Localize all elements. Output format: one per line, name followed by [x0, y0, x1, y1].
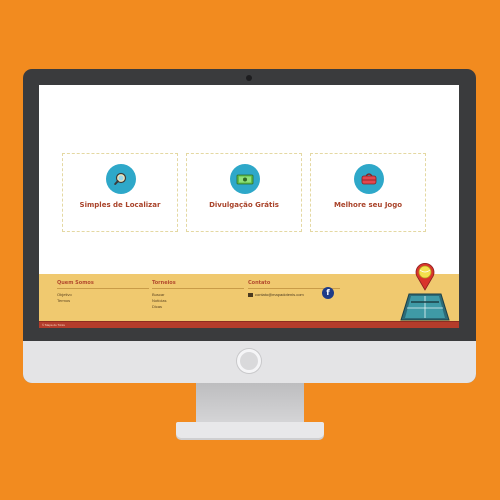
contact-email-text: contato@mapadotenis.com — [255, 292, 304, 297]
feature-card-melhore[interactable]: Melhore seu Jogo — [310, 153, 426, 232]
tennis-court-pin-icon — [400, 263, 450, 321]
feature-label: Divulgação Grátis — [209, 201, 279, 209]
footer-col-torneios: Torneios Buscar Notícias Dicas — [152, 280, 244, 310]
website-screen: Simples de Localizar Divulgação Grátis M… — [39, 85, 459, 328]
camera-icon — [246, 75, 252, 81]
monitor-stand-base — [176, 422, 324, 438]
footer-heading: Torneios — [152, 280, 244, 289]
mail-icon — [248, 292, 253, 297]
footer-heading: Quem Somos — [57, 280, 149, 289]
feature-label: Melhore seu Jogo — [333, 201, 403, 209]
power-button[interactable] — [237, 349, 261, 373]
feature-card-divulgacao[interactable]: Divulgação Grátis — [186, 153, 302, 232]
footer-link-dicas[interactable]: Dicas — [152, 304, 244, 310]
feature-label: Simples de Localizar — [79, 201, 161, 209]
magnifier-icon — [106, 164, 136, 194]
footer: Quem Somos Objetivo Termos Torneios Busc… — [39, 263, 459, 328]
money-icon — [230, 164, 260, 194]
copyright-text: © Mapa do Tênis — [42, 323, 65, 327]
copyright-bar: © Mapa do Tênis — [39, 321, 459, 328]
footer-link-termos[interactable]: Termos — [57, 298, 149, 304]
facebook-icon[interactable]: f — [322, 287, 334, 299]
bag-icon — [354, 164, 384, 194]
monitor-stand — [196, 383, 304, 425]
feature-card-localizar[interactable]: Simples de Localizar — [62, 153, 178, 232]
footer-col-quem-somos: Quem Somos Objetivo Termos — [57, 280, 149, 304]
